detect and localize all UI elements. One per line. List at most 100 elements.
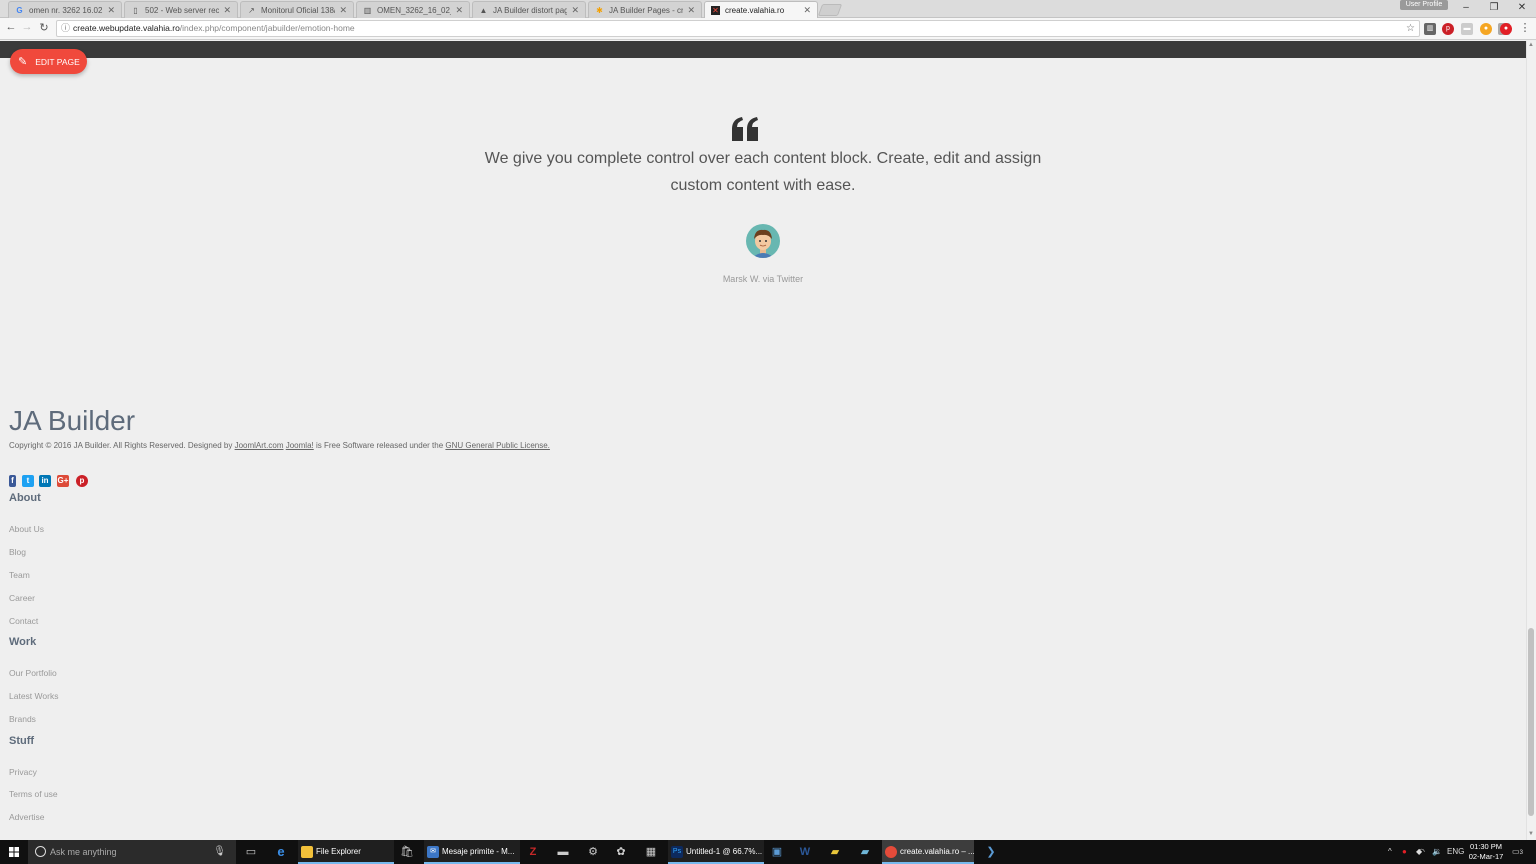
app-label: Untitled-1 @ 66.7%... — [686, 847, 763, 856]
gnu-license-link[interactable]: GNU General Public License. — [445, 441, 550, 450]
extension-icon[interactable]: ▥ — [1424, 23, 1436, 35]
address-bar[interactable]: ⓘ create.webupdate.valahia.ro/index.php/… — [56, 20, 1420, 37]
menu-icon[interactable]: ⋮ — [1518, 21, 1532, 34]
action-center-icon[interactable]: ▭3 — [1512, 840, 1523, 864]
footer-link-privacy[interactable]: Privacy — [9, 767, 37, 777]
folder-icon — [301, 846, 313, 858]
tray-app-icon[interactable]: ● — [1402, 840, 1407, 864]
close-window-icon[interactable]: ✕ — [1512, 2, 1532, 13]
store-icon[interactable]: 🛍 — [392, 840, 422, 864]
facebook-icon[interactable]: f — [9, 475, 16, 487]
testimonial-quote: We give you complete control over each c… — [484, 150, 1042, 194]
browser-tab[interactable]: ↗ Monitorul Oficial 138/20 ✕ — [240, 1, 354, 18]
footer-link-about-us[interactable]: About Us — [9, 524, 44, 534]
task-view-icon[interactable]: ▭ — [236, 840, 266, 864]
taskbar-app[interactable]: ✉ Mesaje primite - M... — [424, 840, 520, 864]
chrome-icon — [885, 846, 897, 858]
calculator-icon[interactable]: ▦ — [636, 840, 666, 864]
taskbar-app[interactable]: File Explorer — [298, 840, 394, 864]
cortana-search[interactable]: Ask me anything 🎙 — [28, 840, 236, 864]
cortana-icon — [35, 846, 46, 857]
tab-close-icon[interactable]: ✕ — [455, 5, 463, 16]
twitter-icon[interactable]: t — [22, 475, 34, 487]
browser-tab[interactable]: ▯ 502 - Web server receiv ✕ — [124, 1, 238, 18]
footer-link-terms[interactable]: Terms of use — [9, 789, 58, 799]
remote-desktop-icon[interactable]: ▣ — [762, 840, 792, 864]
clock-time: 01:30 PM — [1469, 842, 1503, 851]
joomla-link[interactable]: Joomla! — [286, 441, 314, 450]
bookmark-star-icon[interactable]: ☆ — [1406, 21, 1415, 36]
tab-close-icon[interactable]: ✕ — [223, 5, 231, 16]
gimp-icon[interactable]: ✿ — [606, 840, 636, 864]
quote-icon — [732, 117, 758, 141]
browser-tab[interactable]: ▥ OMEN_3262_16_02_2017 ✕ — [356, 1, 470, 18]
reload-icon[interactable]: ↻ — [37, 21, 51, 34]
new-tab-button[interactable] — [817, 4, 843, 16]
terminal-icon[interactable]: ▬ — [548, 840, 578, 864]
microphone-icon[interactable]: 🎙 — [213, 840, 226, 864]
edge-icon[interactable]: e — [266, 840, 296, 864]
word-icon[interactable]: W — [790, 840, 820, 864]
tab-close-icon[interactable]: ✕ — [339, 5, 347, 16]
show-hidden-icons[interactable]: ^ — [1388, 840, 1392, 864]
tab-close-icon[interactable]: ✕ — [571, 5, 579, 16]
wifi-icon[interactable]: ◠ — [1418, 840, 1425, 864]
footer-section-title: About — [9, 492, 41, 504]
network-tool-icon[interactable]: ⚙ — [578, 840, 608, 864]
scrollbar-thumb[interactable] — [1528, 628, 1534, 816]
linkedin-icon[interactable]: in — [39, 475, 51, 487]
browser-tab[interactable]: G omen nr. 3262 16.02.201 ✕ — [8, 1, 122, 18]
restore-icon[interactable]: ❐ — [1484, 2, 1504, 13]
browser-tab[interactable]: ✱ JA Builder Pages - create ✕ — [588, 1, 702, 18]
copyright-prefix: Copyright © 2016 JA Builder. All Rights … — [9, 441, 233, 450]
notes-icon[interactable]: ▰ — [850, 840, 880, 864]
pinterest-icon[interactable]: p — [76, 475, 88, 487]
extension-icon[interactable]: ▬ — [1461, 23, 1473, 35]
folder-sync-icon[interactable]: ▰ — [820, 840, 850, 864]
tab-close-icon[interactable]: ✕ — [107, 5, 115, 16]
footer-link-our-portfolio[interactable]: Our Portfolio — [9, 668, 57, 678]
pinterest-extension-icon[interactable]: p — [1442, 23, 1454, 35]
language-indicator[interactable]: ENG — [1447, 840, 1464, 864]
info-icon[interactable]: ⓘ — [61, 21, 70, 36]
footer-link-contact[interactable]: Contact — [9, 616, 38, 626]
forward-icon[interactable]: → — [20, 21, 34, 33]
footer-link-career[interactable]: Career — [9, 593, 35, 603]
tab-close-icon[interactable]: ✕ — [687, 5, 695, 16]
extension-icon[interactable]: ● — [1480, 23, 1492, 35]
footer-link-blog[interactable]: Blog — [9, 547, 26, 557]
joomlart-link[interactable]: JoomlArt.com — [235, 441, 284, 450]
taskbar-app[interactable]: Ps Untitled-1 @ 66.7%... — [668, 840, 764, 864]
edit-page-button[interactable]: ✎ EDIT PAGE — [10, 49, 87, 74]
footer-section-title: Stuff — [9, 735, 35, 747]
tab-close-icon[interactable]: ✕ — [803, 5, 811, 16]
profile-badge[interactable]: User Profile — [1400, 0, 1448, 10]
tab-title: Monitorul Oficial 138/20 — [261, 5, 335, 15]
doc-icon: ▥ — [363, 5, 372, 15]
clock[interactable]: 01:30 PM 02-Mar-17 — [1466, 842, 1506, 862]
scroll-up-icon[interactable]: ▲ — [1526, 42, 1536, 48]
tab-title: OMEN_3262_16_02_2017 — [377, 5, 451, 15]
filezilla-icon[interactable]: Z — [518, 840, 548, 864]
browser-tab-active[interactable]: ✕ create.valahia.ro ✕ — [704, 1, 818, 18]
url-path: /index.php/component/jabuilder/emotion-h… — [179, 23, 355, 33]
footer-link-advertise[interactable]: Advertise — [9, 812, 44, 822]
google-plus-icon[interactable]: G+ — [57, 475, 69, 487]
footer-link-brands[interactable]: Brands — [9, 714, 36, 724]
footer-link-latest-works[interactable]: Latest Works — [9, 691, 58, 701]
back-icon[interactable]: ← — [4, 21, 18, 33]
footer-section-title: Work — [9, 636, 37, 648]
adblock-extension-icon[interactable]: ● — [1500, 23, 1512, 35]
app-label: Mesaje primite - M... — [442, 847, 515, 856]
windows-start-icon[interactable] — [0, 840, 28, 864]
taskbar-app[interactable]: create.valahia.ro – ... — [882, 840, 974, 864]
search-placeholder: Ask me anything — [50, 847, 117, 857]
powershell-icon[interactable]: ❯ — [976, 840, 1006, 864]
scroll-down-icon[interactable]: ▼ — [1526, 831, 1536, 837]
app-label: File Explorer — [316, 847, 361, 856]
browser-tab[interactable]: ▲ JA Builder distort page a ✕ — [472, 1, 586, 18]
testimonial-author: Marsk W. via Twitter — [722, 274, 804, 284]
volume-icon[interactable]: 🔉 — [1432, 840, 1442, 864]
footer-link-team[interactable]: Team — [9, 570, 30, 580]
minimize-icon[interactable]: – — [1456, 2, 1476, 13]
